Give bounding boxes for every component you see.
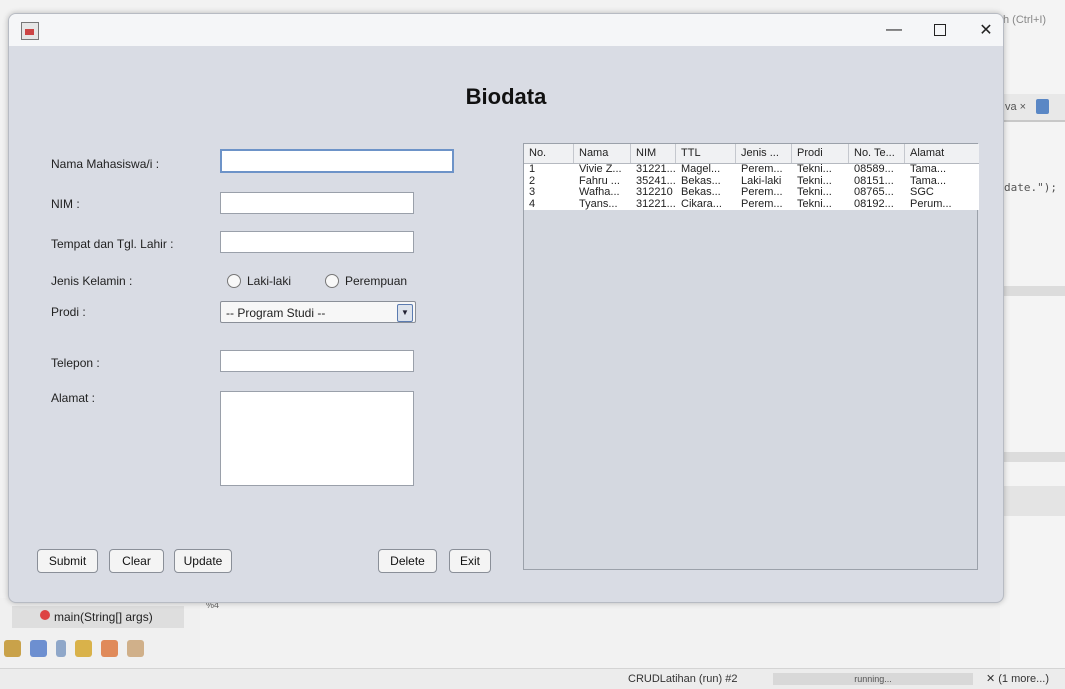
ttl-field[interactable] xyxy=(220,231,414,253)
nama-label: Nama Mahasiswa/i : xyxy=(51,157,160,171)
ide-output-panel xyxy=(1004,486,1065,516)
biodata-window: — ✕ Biodata Nama Mahasiswa/i : NIM : Tem… xyxy=(8,13,1004,603)
table-row[interactable]: 2 Fahru ... 35241... Bekas... Laki-laki … xyxy=(524,176,979,188)
delete-button[interactable]: Delete xyxy=(378,549,437,573)
table-cell: 31221... xyxy=(636,164,676,175)
table-cell: 08589... xyxy=(854,164,894,175)
table-cell: Perem... xyxy=(741,164,783,175)
nama-field[interactable] xyxy=(220,149,454,173)
table-cell: Tekni... xyxy=(797,198,832,210)
table-cell: 31221... xyxy=(636,198,676,210)
ide-editor-tab[interactable]: va × xyxy=(1003,94,1065,122)
table-row[interactable]: 3 Wafha... 312210 Bekas... Perem... Tekn… xyxy=(524,187,979,199)
table-cell: 08765... xyxy=(854,187,894,198)
lock-icon[interactable] xyxy=(75,640,92,657)
chevron-down-icon[interactable]: ▼ xyxy=(397,304,413,322)
telepon-field[interactable] xyxy=(220,350,414,372)
close-button[interactable]: ✕ xyxy=(963,14,1003,46)
column-header[interactable]: Nama xyxy=(574,144,631,163)
radio-circle-icon xyxy=(227,274,241,288)
table-cell: Bekas... xyxy=(681,175,721,187)
java-file-icon xyxy=(1036,99,1049,114)
table-cell: Tyans... xyxy=(579,198,618,210)
jenis-kelamin-label: Jenis Kelamin : xyxy=(51,274,133,288)
progress-bar: running... xyxy=(773,673,973,685)
table-cell: 1 xyxy=(529,164,536,175)
clear-button[interactable]: Clear xyxy=(109,549,164,573)
column-header[interactable]: Alamat xyxy=(905,144,979,163)
table-header: No. Nama NIM TTL Jenis ... Prodi No. Te.… xyxy=(524,144,979,164)
column-header[interactable]: No. xyxy=(524,144,574,163)
alamat-label: Alamat : xyxy=(51,391,96,405)
minimize-button[interactable]: — xyxy=(871,14,917,46)
radio-perempuan[interactable]: Perempuan xyxy=(325,274,407,288)
column-header[interactable]: Prodi xyxy=(792,144,849,163)
java-app-icon xyxy=(21,22,39,40)
table-cell: Perem... xyxy=(741,187,783,198)
title-bar[interactable]: — ✕ xyxy=(9,14,1003,46)
status-run-label[interactable]: CRUDLatihan (run) #2 xyxy=(628,673,737,685)
table-cell: 08151... xyxy=(854,175,894,187)
table-cell: Tekni... xyxy=(797,164,832,175)
table-cell: 08192... xyxy=(854,198,894,210)
radio-circle-icon xyxy=(325,274,339,288)
table-cell: Tama... xyxy=(910,175,947,187)
nim-label: NIM : xyxy=(51,197,80,211)
table-cell: 3 xyxy=(529,187,536,198)
table-cell: 35241... xyxy=(636,175,676,187)
column-header[interactable]: No. Te... xyxy=(849,144,905,163)
radio-laki-laki[interactable]: Laki-laki xyxy=(227,274,291,288)
table-cell: Magel... xyxy=(681,164,721,175)
prodi-select[interactable]: -- Program Studi -- ▼ xyxy=(220,301,416,323)
column-header[interactable]: TTL xyxy=(676,144,736,163)
prodi-label: Prodi : xyxy=(51,305,86,319)
column-header[interactable]: Jenis ... xyxy=(736,144,792,163)
maximize-icon xyxy=(934,24,946,36)
table-cell: 2 xyxy=(529,175,536,187)
table-cell: Tekni... xyxy=(797,187,832,198)
column-header[interactable]: NIM xyxy=(631,144,676,163)
alamat-textarea[interactable] xyxy=(220,391,414,486)
ide-divider xyxy=(1004,286,1065,296)
navigator-item-main[interactable]: main(String[] args) xyxy=(12,606,184,628)
table-row[interactable]: 4 Tyans... 31221... Cikara... Perem... T… xyxy=(524,199,979,211)
component-icon[interactable] xyxy=(127,640,144,657)
table-cell: Tekni... xyxy=(797,175,832,187)
status-more[interactable]: ✕ (1 more...) xyxy=(986,672,1049,685)
submit-button[interactable]: Submit xyxy=(37,549,98,573)
telepon-label: Telepon : xyxy=(51,356,100,370)
ide-toolbar xyxy=(4,640,144,657)
nim-field[interactable] xyxy=(220,192,414,214)
table-body: 1 Vivie Z... 31221... Magel... Perem... … xyxy=(524,164,979,210)
exit-button[interactable]: Exit xyxy=(449,549,491,573)
table-cell: 4 xyxy=(529,198,536,210)
table-cell: Bekas... xyxy=(681,187,721,198)
package-icon[interactable] xyxy=(4,640,21,657)
table-cell: 312210 xyxy=(636,187,673,198)
table-cell: SGC xyxy=(910,187,934,198)
ide-code-snippet: date."); xyxy=(1004,181,1057,194)
table-cell: Perum... xyxy=(910,198,952,210)
method-icon xyxy=(40,610,50,620)
ide-tab-label: va × xyxy=(1005,101,1027,113)
maximize-button[interactable] xyxy=(917,14,963,46)
ttl-label: Tempat dan Tgl. Lahir : xyxy=(51,237,174,251)
table-cell: Tama... xyxy=(910,164,947,175)
update-button[interactable]: Update xyxy=(174,549,232,573)
ide-search-hint: h (Ctrl+I) xyxy=(1003,14,1047,26)
table-row[interactable]: 1 Vivie Z... 31221... Magel... Perem... … xyxy=(524,164,979,176)
table-cell: Fahru ... xyxy=(579,175,620,187)
shapes-icon[interactable] xyxy=(101,640,118,657)
status-bar: CRUDLatihan (run) #2 running... ✕ (1 mor… xyxy=(0,668,1065,689)
table-cell: Perem... xyxy=(741,198,783,210)
class-icon[interactable] xyxy=(30,640,47,657)
field-icon[interactable] xyxy=(56,640,66,657)
table-cell: Vivie Z... xyxy=(579,164,622,175)
table-cell: Cikara... xyxy=(681,198,722,210)
ide-divider xyxy=(1004,452,1065,462)
table-cell: Laki-laki xyxy=(741,175,782,187)
table-cell: Wafha... xyxy=(579,187,620,198)
data-table[interactable]: No. Nama NIM TTL Jenis ... Prodi No. Te.… xyxy=(523,143,979,570)
form-title: Biodata xyxy=(465,84,547,109)
